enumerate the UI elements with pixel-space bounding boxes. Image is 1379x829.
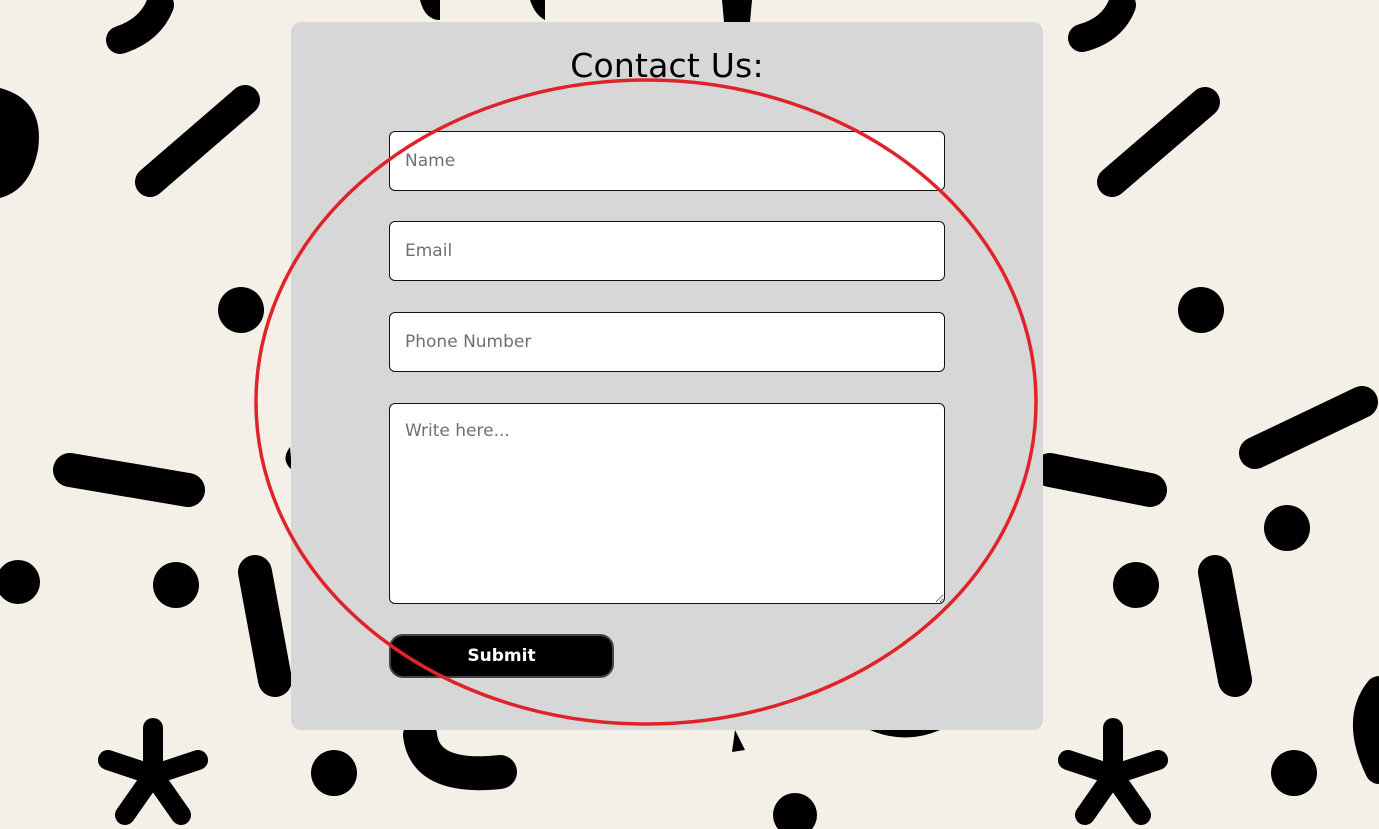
blob-shape xyxy=(420,0,440,20)
dash-shape xyxy=(53,453,205,507)
dash-shape xyxy=(1198,555,1252,697)
blob-shape xyxy=(722,0,752,22)
blob-shape xyxy=(0,88,39,198)
curve-shape xyxy=(1353,676,1379,784)
dot-shape xyxy=(218,287,264,333)
form-title: Contact Us: xyxy=(570,46,764,85)
dot-shape xyxy=(1264,505,1310,551)
contact-form-card: Contact Us: Submit xyxy=(291,22,1043,730)
blob-shape xyxy=(732,730,745,752)
comma-shape xyxy=(106,0,174,54)
dot-shape xyxy=(1178,287,1224,333)
asterisk-shape xyxy=(98,718,208,825)
comma-shape xyxy=(1068,0,1136,52)
message-textarea[interactable] xyxy=(389,403,945,604)
dash-shape xyxy=(1097,87,1220,197)
email-input[interactable] xyxy=(389,221,945,281)
curve-shape xyxy=(403,718,517,791)
dash-shape xyxy=(1239,386,1378,469)
dot-shape xyxy=(153,562,199,608)
dash-shape xyxy=(1033,453,1167,507)
dot-shape xyxy=(0,560,40,604)
submit-button[interactable]: Submit xyxy=(389,634,614,678)
dash-shape xyxy=(238,555,292,697)
dash-shape xyxy=(135,85,260,197)
blob-shape xyxy=(530,0,545,20)
dot-shape xyxy=(773,793,817,829)
dot-shape xyxy=(311,750,357,796)
asterisk-shape xyxy=(1058,718,1168,825)
dot-shape xyxy=(1271,750,1317,796)
phone-input[interactable] xyxy=(389,312,945,372)
dot-shape xyxy=(1113,562,1159,608)
blob-shape xyxy=(870,730,940,738)
name-input[interactable] xyxy=(389,131,945,191)
